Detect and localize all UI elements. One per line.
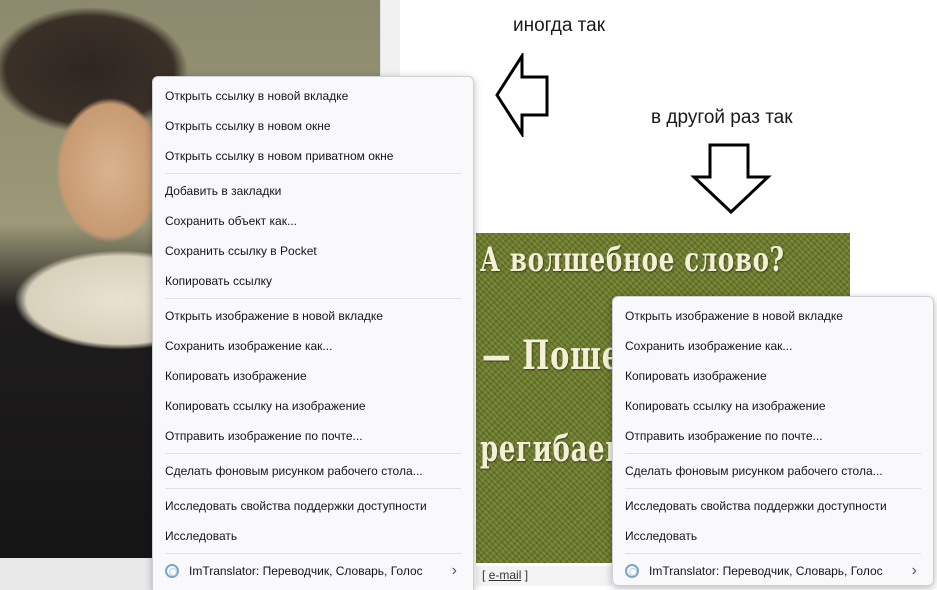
menu-item-label: Открыть ссылку в новой вкладке [165,89,349,103]
arrow-left-outline-icon [495,53,549,137]
menu-item-label: Сохранить изображение как... [625,339,793,353]
menu-separator [165,488,461,489]
menu-item-label: Сделать фоновым рисунком рабочего стола.… [165,464,423,478]
banner-line-1: А волшебное слово? [480,240,785,280]
menu-item-label: Исследовать [165,529,238,543]
menu-item-save-image[interactable]: Сохранить изображение как... [613,331,933,361]
menu-separator [625,553,921,554]
menu-item-label: Открыть изображение в новой вкладке [625,309,843,323]
menu-separator [625,453,921,454]
menu-item-inspect[interactable]: Исследовать [153,521,473,551]
menu-item-open-image-new-tab[interactable]: Открыть изображение в новой вкладке [153,301,473,331]
menu-item-label: Отправить изображение по почте... [165,429,363,443]
menu-item-open-image-new-tab[interactable]: Открыть изображение в новой вкладке [613,301,933,331]
menu-item-copy-image[interactable]: Копировать изображение [613,361,933,391]
menu-item-copy-image[interactable]: Копировать изображение [153,361,473,391]
menu-separator [165,453,461,454]
menu-item-inspect[interactable]: Исследовать [613,521,933,551]
translator-globe-icon [165,564,179,578]
menu-item-label: ImTranslator: Переводчик, Словарь, Голос [649,564,883,578]
menu-item-set-desktop-background[interactable]: Сделать фоновым рисунком рабочего стола.… [153,456,473,486]
context-menu-image: Открыть изображение в новой вкладке Сохр… [612,296,934,586]
menu-item-copy-link[interactable]: Копировать ссылку [153,266,473,296]
menu-item-copy-image-link[interactable]: Копировать ссылку на изображение [613,391,933,421]
menu-item-label: Копировать изображение [625,369,767,383]
menu-separator [625,488,921,489]
menu-item-set-desktop-background[interactable]: Сделать фоновым рисунком рабочего стола.… [613,456,933,486]
menu-item-open-link-new-window[interactable]: Открыть ссылку в новом окне [153,111,473,141]
menu-item-copy-image-link[interactable]: Копировать ссылку на изображение [153,391,473,421]
annotation-top: иногда так [513,15,606,36]
menu-item-label: Добавить в закладки [165,184,282,198]
menu-item-label: Копировать ссылку [165,274,272,288]
menu-item-label: Копировать изображение [165,369,307,383]
menu-item-inspect-accessibility[interactable]: Исследовать свойства поддержки доступнос… [153,491,473,521]
menu-item-label: Копировать ссылку на изображение [165,399,366,413]
menu-item-label: Открыть ссылку в новом окне [165,119,331,133]
annotation-middle: в другой раз так [651,107,793,128]
menu-item-open-link-new-tab[interactable]: Открыть ссылку в новой вкладке [153,81,473,111]
menu-item-imtranslator[interactable]: ImTranslator: Переводчик, Словарь, Голос… [613,556,933,586]
menu-item-label: Копировать ссылку на изображение [625,399,826,413]
menu-item-label: Исследовать свойства поддержки доступнос… [625,499,887,513]
menu-separator [165,298,461,299]
email-link[interactable]: e-mail [489,568,522,582]
menu-item-save-to-pocket[interactable]: Сохранить ссылку в Pocket [153,236,473,266]
menu-item-label: Исследовать свойства поддержки доступнос… [165,499,427,513]
context-menu-link-image: Открыть ссылку в новой вкладке Открыть с… [152,76,474,590]
menu-item-inspect-accessibility[interactable]: Исследовать свойства поддержки доступнос… [613,491,933,521]
translator-globe-icon [625,564,639,578]
menu-separator [165,173,461,174]
menu-item-imtranslator[interactable]: ImTranslator: Переводчик, Словарь, Голос… [153,556,473,586]
email-link-container: [ e-mail ] [476,566,612,586]
menu-item-email-image[interactable]: Отправить изображение по почте... [153,421,473,451]
menu-item-label: Сохранить объект как... [165,214,297,228]
menu-item-bookmark[interactable]: Добавить в закладки [153,176,473,206]
menu-separator [165,553,461,554]
menu-item-label: ImTranslator: Переводчик, Словарь, Голос [189,564,423,578]
menu-item-label: Сохранить изображение как... [165,339,333,353]
menu-item-label: Сохранить ссылку в Pocket [165,244,317,258]
email-bracket-close: ] [524,568,529,582]
menu-item-open-link-private-window[interactable]: Открыть ссылку в новом приватном окне [153,141,473,171]
menu-item-email-image[interactable]: Отправить изображение по почте... [613,421,933,451]
menu-item-label: Сделать фоновым рисунком рабочего стола.… [625,464,883,478]
menu-item-label: Отправить изображение по почте... [625,429,823,443]
email-bracket-open: [ [482,568,486,582]
menu-item-label: Открыть изображение в новой вкладке [165,309,383,323]
menu-item-save-image[interactable]: Сохранить изображение как... [153,331,473,361]
page-background-strip [380,0,400,80]
menu-item-label: Открыть ссылку в новом приватном окне [165,149,394,163]
chevron-right-icon: › [451,562,457,579]
arrow-down-outline-icon [690,143,772,215]
menu-item-label: Исследовать [625,529,698,543]
chevron-right-icon: › [911,562,917,579]
menu-item-save-object[interactable]: Сохранить объект как... [153,206,473,236]
